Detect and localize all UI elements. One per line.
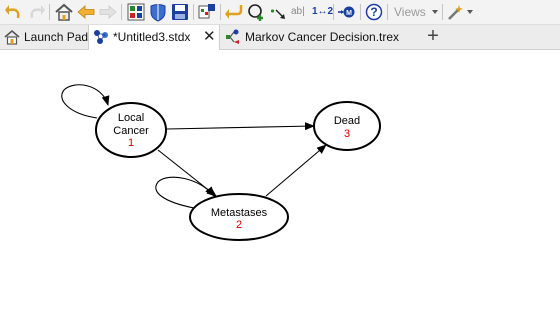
node-local-cancer-label-line2: Cancer: [113, 125, 149, 137]
tab-label: *Untitled3.stdx: [113, 30, 191, 44]
help-button[interactable]: ?: [364, 2, 384, 22]
tab-label: Markov Cancer Decision.trex: [245, 30, 400, 44]
model-icon: [127, 3, 145, 21]
add-state-button[interactable]: [246, 2, 266, 22]
home-button[interactable]: [54, 2, 74, 22]
add-transition-icon: [271, 9, 285, 19]
markov-button[interactable]: M: [337, 2, 357, 22]
save-icon: [172, 4, 188, 20]
toolbar-separator: [360, 4, 361, 20]
add-transition-button[interactable]: [268, 2, 288, 22]
model-button[interactable]: [126, 2, 146, 22]
tools-caret-icon[interactable]: [467, 10, 473, 14]
state-diagram-icon: [94, 30, 108, 44]
node-add-icon: [198, 4, 215, 19]
node-dead-label: Dead: [333, 115, 361, 127]
node-local-cancer-label-line1: Local: [117, 112, 145, 124]
svg-text:M: M: [346, 10, 352, 17]
tools-button[interactable]: [446, 2, 466, 22]
renumber-button[interactable]: 1↔2: [312, 4, 333, 20]
add-state-icon: [248, 4, 263, 21]
node-local-cancer-number: 1: [127, 137, 135, 149]
forward-arrow-icon: [99, 5, 117, 19]
back-button[interactable]: [76, 2, 96, 22]
toolbar-separator: [220, 4, 221, 20]
markov-icon: M: [338, 6, 355, 18]
tab-bar: Launch Pad *Untitled3.stdx ✕ Markov Canc…: [0, 25, 560, 50]
tab-markov-cancer-decision[interactable]: Markov Cancer Decision.trex: [221, 25, 421, 49]
close-tab-icon[interactable]: ✕: [203, 25, 216, 49]
forward-button[interactable]: [98, 2, 118, 22]
back-arrow-icon: [77, 5, 95, 19]
return-arrow-icon: [225, 5, 243, 19]
toolbar-separator: [387, 4, 388, 20]
state-diagram: [61, 84, 381, 241]
save-button[interactable]: [170, 2, 190, 22]
wand-icon: [448, 5, 463, 20]
decision-tree-icon: [226, 29, 239, 44]
node-metastases-label: Metastases: [210, 207, 268, 219]
views-dropdown[interactable]: Views: [394, 4, 426, 20]
diagram-canvas[interactable]: Local Cancer 1 Metastases 2 Dead 3: [0, 50, 560, 319]
launch-pad-icon: [4, 29, 20, 45]
text-tool-button[interactable]: ab|: [291, 4, 305, 20]
node-add-button[interactable]: [197, 2, 217, 22]
toolbar-separator: [193, 4, 194, 20]
redo-button[interactable]: [26, 2, 46, 22]
tab-untitled3[interactable]: *Untitled3.stdx ✕: [88, 25, 220, 50]
add-tab-button[interactable]: +: [424, 25, 442, 49]
toolbar-separator: [442, 4, 443, 20]
toolbar-separator: [121, 4, 122, 20]
shield-button[interactable]: [148, 2, 168, 22]
node-dead-number: 3: [343, 128, 351, 140]
help-label: ?: [370, 5, 378, 19]
toolbar-separator: [333, 4, 334, 20]
undo-icon: [5, 5, 20, 19]
shield-icon: [150, 4, 166, 22]
edge-local-cancer-to-dead[interactable]: [166, 122, 315, 131]
main-toolbar: ab| 1↔2 M ? Views: [0, 0, 560, 25]
tab-label: Launch Pad: [24, 30, 89, 44]
views-caret-icon[interactable]: [432, 10, 438, 14]
redo-icon: [30, 5, 45, 19]
home-icon: [55, 3, 73, 21]
node-metastases-number: 2: [235, 219, 243, 231]
toolbar-separator: [49, 4, 50, 20]
edge-metastases-to-dead[interactable]: [265, 144, 327, 197]
undo-button[interactable]: [4, 2, 24, 22]
return-button[interactable]: [224, 2, 244, 22]
tab-launch-pad[interactable]: Launch Pad: [0, 25, 88, 49]
